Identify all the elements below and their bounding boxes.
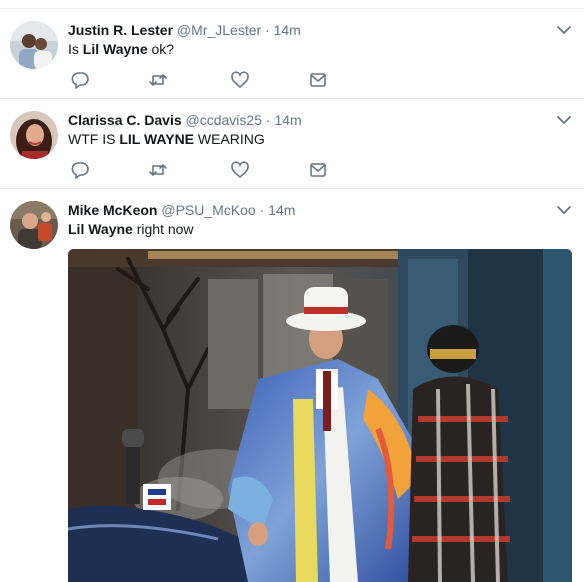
timestamp[interactable]: 14m [274,22,301,38]
tweet-timeline: Justin R. Lester @Mr_JLester · 14m Is Li… [0,0,584,582]
timestamp[interactable]: 14m [268,202,295,218]
username[interactable]: @PSU_McKoo [161,202,255,218]
separator-dot: · [259,202,265,218]
tweet-actions [68,71,348,89]
tweet-text-bold: Lil Wayne [68,221,133,237]
avatar[interactable] [10,201,58,249]
tweet[interactable]: Justin R. Lester @Mr_JLester · 14m Is Li… [0,9,584,99]
avatar[interactable] [10,111,58,159]
username[interactable]: @Mr_JLester [177,22,261,38]
tweet-text: WTF IS LIL WAYNE WEARING [68,130,265,148]
tweet-text-part: right now [132,221,194,237]
chevron-down-icon[interactable] [556,23,572,35]
separator-dot: · [265,22,270,38]
avatar[interactable] [10,21,58,69]
tweet-text: Is Lil Wayne ok? [68,40,174,58]
tweet-text-bold: LIL WAYNE [119,131,195,147]
tweet-text-bold: Lil Wayne [82,41,148,57]
tweet-text-part: WEARING [194,131,265,147]
tweet-text-part: WTF IS [68,131,120,147]
tweet-actions [68,161,348,179]
separator-dot: · [265,112,271,128]
tweet[interactable]: Mike McKeon @PSU_McKoo · 14m Lil Wayne r… [0,189,584,582]
username[interactable]: @ccdavis25 [186,112,262,128]
chevron-down-icon[interactable] [556,113,572,125]
reply-icon[interactable] [70,161,90,179]
tweet-header: Justin R. Lester @Mr_JLester · 14m [68,21,301,39]
retweet-icon[interactable] [148,71,168,89]
tweet-text: Lil Wayne right now [68,220,194,238]
tweet-media-gif[interactable] [68,249,572,582]
display-name[interactable]: Justin R. Lester [68,22,173,38]
tweet-header: Clarissa C. Davis @ccdavis25 · 14m [68,111,302,129]
direct-message-icon[interactable] [308,71,328,89]
display-name[interactable]: Clarissa C. Davis [68,112,182,128]
direct-message-icon[interactable] [308,161,328,179]
display-name[interactable]: Mike McKeon [68,202,157,218]
tweet-header: Mike McKeon @PSU_McKoo · 14m [68,201,295,219]
tweet-text-part: Is [68,41,83,57]
tweet-text-part: ok? [147,41,175,57]
chevron-down-icon[interactable] [556,203,572,215]
like-icon[interactable] [230,71,250,89]
tweet[interactable]: Clarissa C. Davis @ccdavis25 · 14m WTF I… [0,99,584,189]
retweet-icon[interactable] [148,161,168,179]
timestamp[interactable]: 14m [274,112,301,128]
reply-icon[interactable] [70,71,90,89]
like-icon[interactable] [230,161,250,179]
